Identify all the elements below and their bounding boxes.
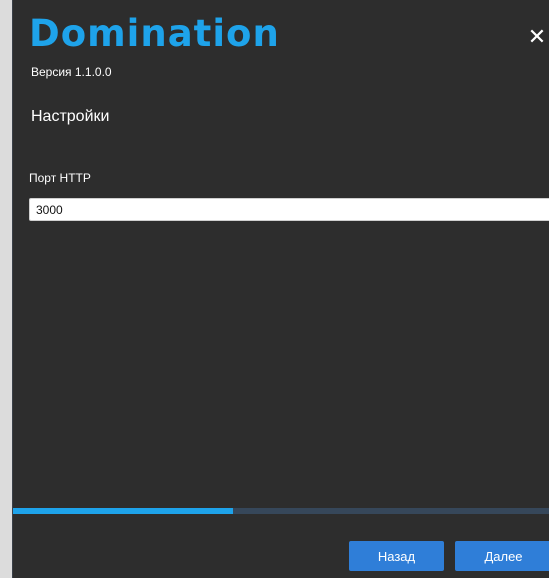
page-title: Настройки <box>31 108 110 125</box>
http-port-label: Порт HTTP <box>29 171 91 185</box>
progress-bar-fill <box>13 508 234 514</box>
close-icon[interactable]: ✕ <box>527 26 547 50</box>
installer-window: Domination Версия 1.1.0.0 ✕ Настройки По… <box>12 0 549 578</box>
progress-bar <box>13 508 549 514</box>
app-logo: Domination <box>29 12 280 55</box>
back-button[interactable]: Назад <box>349 541 444 571</box>
next-button[interactable]: Далее <box>455 541 549 571</box>
http-port-input[interactable] <box>29 198 549 221</box>
version-label: Версия 1.1.0.0 <box>31 65 112 79</box>
